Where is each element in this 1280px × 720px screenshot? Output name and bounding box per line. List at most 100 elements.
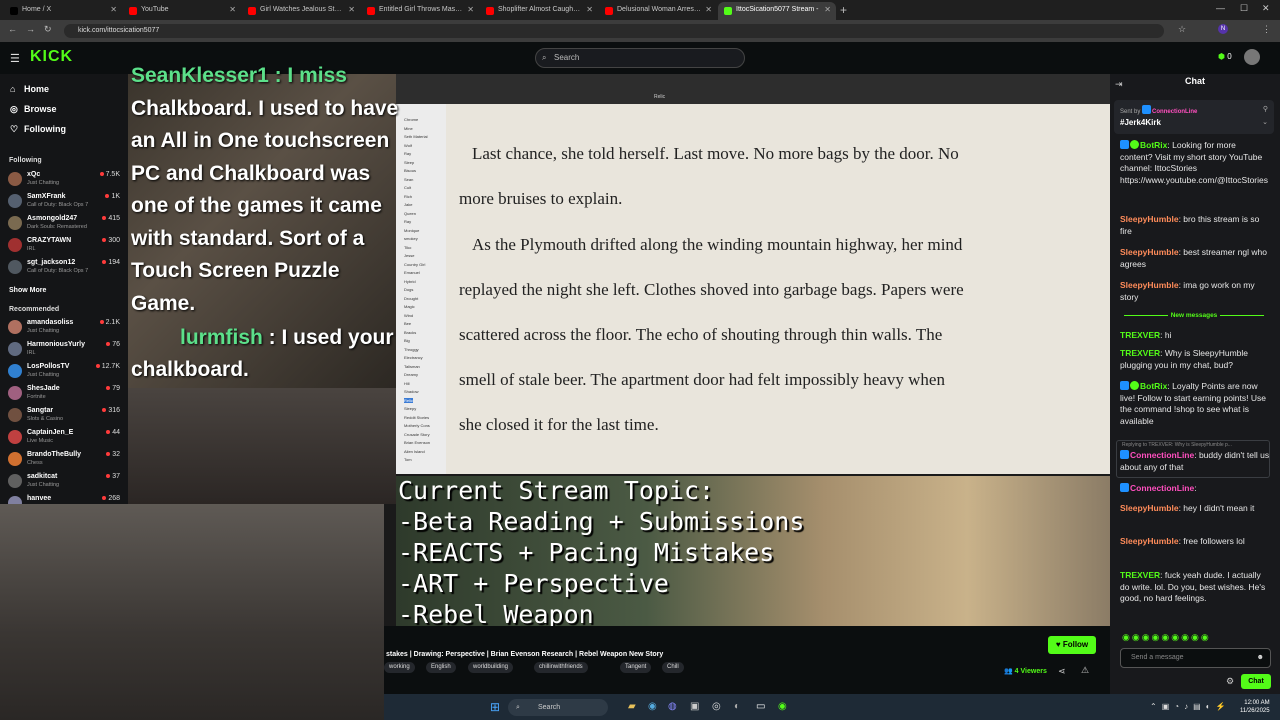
chat-username[interactable]: SleepyHumble bbox=[1120, 214, 1179, 224]
chat-username[interactable]: TREXVER bbox=[1120, 348, 1160, 358]
user-avatar[interactable] bbox=[1244, 49, 1260, 65]
chat-message[interactable]: BotRix: Looking for more content? Visit … bbox=[1120, 140, 1270, 186]
sidebar-channel[interactable]: HarmoniousYurly IRL 76 bbox=[8, 340, 120, 360]
url-bar[interactable]: kick.com/ittocsication5077 bbox=[64, 24, 1164, 38]
taskbar-clock[interactable]: 12:00 AM 11/26/2025 bbox=[1240, 699, 1270, 715]
chat-username[interactable]: SleepyHumble bbox=[1120, 536, 1179, 546]
menu-dots-icon[interactable]: ⋮ bbox=[1262, 24, 1271, 35]
chat-username[interactable]: ConnectionLine bbox=[1130, 483, 1194, 493]
stream-tag[interactable]: Tangent bbox=[620, 662, 652, 673]
emote-bar[interactable]: ◉◉◉◉◉◉◉◉◉ bbox=[1122, 632, 1211, 643]
binder-item[interactable]: Seth Material bbox=[404, 134, 428, 139]
sidebar-channel[interactable]: CaptainJen_E Live Music 44 bbox=[8, 428, 120, 448]
chat-username[interactable]: ConnectionLine bbox=[1130, 450, 1194, 460]
stream-tag[interactable]: worldbuilding bbox=[468, 662, 514, 673]
chat-username[interactable]: SleepyHumble bbox=[1120, 280, 1179, 290]
tab-close-icon[interactable]: ✕ bbox=[705, 2, 712, 18]
minimize-icon[interactable]: — bbox=[1216, 3, 1225, 13]
binder-item[interactable]: Brian Evenson bbox=[404, 440, 430, 445]
obs-icon[interactable]: ◎ bbox=[712, 701, 721, 712]
binder-item[interactable]: Cult bbox=[404, 185, 411, 190]
report-icon[interactable]: ⚠ bbox=[1081, 665, 1089, 676]
binder-item[interactable]: Monique bbox=[404, 228, 419, 233]
sidebar-channel[interactable]: sgt_jackson12 Call of Duty: Black Ops 7 19… bbox=[8, 258, 120, 278]
binder-item[interactable]: Hill bbox=[404, 381, 410, 386]
binder-item[interactable]: Motherly Cons bbox=[404, 423, 430, 428]
binder-item[interactable]: Sleepy bbox=[404, 406, 416, 411]
binder-item[interactable]: Rich bbox=[404, 194, 412, 199]
chat-message[interactable]: TREXVER: Why is SleepyHumble plugging yo… bbox=[1120, 348, 1270, 371]
tab-close-icon[interactable]: ✕ bbox=[229, 2, 236, 18]
binder-item[interactable]: Talisman bbox=[404, 364, 420, 369]
browser-tab[interactable]: Shoplifter Almost Caught a Felo... ✕ bbox=[480, 2, 598, 20]
back-icon[interactable]: ← bbox=[8, 24, 17, 34]
app-icon[interactable]: ▣ bbox=[690, 701, 699, 712]
chat-settings-gear-icon[interactable]: ⚙ bbox=[1226, 676, 1234, 687]
binder-item[interactable]: Jesse bbox=[404, 253, 414, 258]
sidebar-channel[interactable]: SamXFrank Call of Duty: Black Ops 7 1K bbox=[8, 192, 120, 212]
stream-tag[interactable]: English bbox=[426, 662, 456, 673]
sidebar-channel[interactable]: amandasoliss Just Chatting 2.1K bbox=[8, 318, 120, 338]
nav-home[interactable]: ⌂ Home bbox=[10, 84, 49, 94]
maximize-icon[interactable]: ☐ bbox=[1240, 3, 1248, 14]
binder-item[interactable]: Tom bbox=[404, 457, 412, 462]
tab-close-icon[interactable]: ✕ bbox=[467, 2, 474, 18]
chat-message[interactable]: BotRix: Loyalty Points are now live! Fol… bbox=[1120, 381, 1270, 427]
chat-message[interactable]: TREXVER: fuck yeah dude. I actually do w… bbox=[1120, 570, 1270, 605]
binder-item[interactable]: Bee bbox=[404, 321, 411, 326]
chat-message[interactable]: SleepyHumble: hey I didn't mean it bbox=[1120, 503, 1270, 515]
bookmark-star-icon[interactable]: ☆ bbox=[1178, 24, 1186, 35]
chat-username[interactable]: TREXVER bbox=[1120, 570, 1160, 580]
chat-username[interactable]: BotRix bbox=[1140, 140, 1167, 150]
chevron-down-icon[interactable]: ⌄ bbox=[1262, 118, 1268, 126]
sidebar-channel[interactable]: BrandoTheBully Chess 32 bbox=[8, 450, 120, 470]
binder-item[interactable]: Jake bbox=[404, 202, 412, 207]
binder-item[interactable]: Sleep bbox=[404, 160, 414, 165]
chat-input[interactable]: Send a message ☻ bbox=[1120, 648, 1271, 668]
file-explorer-icon[interactable]: ▰ bbox=[628, 701, 636, 712]
binder-item[interactable]: Big bbox=[404, 338, 410, 343]
browser-tab[interactable]: Entitled Girl Throws Massive Ta... ✕ bbox=[361, 2, 479, 20]
binder-item[interactable]: Wind bbox=[404, 313, 413, 318]
binder-item[interactable]: Mine bbox=[404, 126, 413, 131]
binder-item[interactable]: Crusade Story bbox=[404, 432, 430, 437]
chat-message[interactable]: TREXVER: hi bbox=[1120, 330, 1270, 342]
binder-item[interactable]: Electrancy bbox=[404, 355, 423, 360]
emoji-icon[interactable]: ☻ bbox=[1257, 649, 1264, 667]
sidebar-channel[interactable]: Sangtar Slots & Casino 316 bbox=[8, 406, 120, 426]
browser-tab[interactable]: Girl Watches Jealous Stalker Ex... ✕ bbox=[242, 2, 360, 20]
binder-item[interactable]: Ray bbox=[404, 219, 411, 224]
sidebar-channel[interactable]: xQc Just Chatting 7.5K bbox=[8, 170, 120, 190]
binder-item[interactable]: smokey bbox=[404, 236, 418, 241]
sidebar-channel[interactable]: Asmongold247 Dark Souls: Remastered 415 bbox=[8, 214, 120, 234]
taskbar-search[interactable]: ⌕ Search bbox=[508, 699, 608, 716]
binder-item[interactable]: Drought bbox=[404, 296, 418, 301]
browser-tab[interactable]: Delusional Woman Arrested fro... ✕ bbox=[599, 2, 717, 20]
kick-logo[interactable]: KICK bbox=[30, 48, 73, 66]
chat-message[interactable]: SleepyHumble: best streamer ngl who agre… bbox=[1120, 247, 1270, 270]
tab-close-icon[interactable]: ✕ bbox=[348, 2, 355, 18]
binder-item[interactable]: Tiko bbox=[404, 245, 411, 250]
browser-tab[interactable]: IttocSication5077 Stream - ✕ bbox=[718, 2, 836, 20]
follow-button[interactable]: ♥ Follow bbox=[1048, 636, 1096, 654]
binder-item[interactable]: Hybrid bbox=[404, 279, 416, 284]
forward-icon[interactable]: → bbox=[26, 24, 35, 34]
pin-icon[interactable]: ⚲ bbox=[1263, 105, 1268, 113]
sidebar-channel[interactable]: CRAZYTAWN IRL 300 bbox=[8, 236, 120, 256]
binder-item[interactable]: Wolf bbox=[404, 143, 412, 148]
binder-item[interactable]: Country Girl bbox=[404, 262, 425, 267]
binder-item[interactable]: Emanuel bbox=[404, 270, 420, 275]
windows-start-icon[interactable]: ⊞ bbox=[490, 700, 500, 714]
chat-username[interactable]: SleepyHumble bbox=[1120, 503, 1179, 513]
binder-item[interactable]: Bracks bbox=[404, 330, 416, 335]
discord-icon[interactable]: ◍ bbox=[668, 701, 677, 712]
profile-icon[interactable]: N bbox=[1218, 24, 1228, 34]
chat-username[interactable]: TREXVER bbox=[1120, 330, 1160, 340]
stream-tag[interactable]: working bbox=[384, 662, 415, 673]
points-counter[interactable]: ⬢ 0 bbox=[1218, 52, 1232, 61]
chat-message[interactable]: ConnectionLine: buddy didn't tell us abo… bbox=[1120, 450, 1270, 473]
sidebar-channel[interactable]: ShesJade Fortnite 79 bbox=[8, 384, 120, 404]
nav-following[interactable]: ♡ Following bbox=[10, 124, 66, 135]
chat-send-button[interactable]: Chat bbox=[1241, 674, 1271, 689]
pinned-message[interactable]: Sent by ConnectionLine #Jerk4Kirk ⚲ ⌄ bbox=[1114, 100, 1274, 134]
